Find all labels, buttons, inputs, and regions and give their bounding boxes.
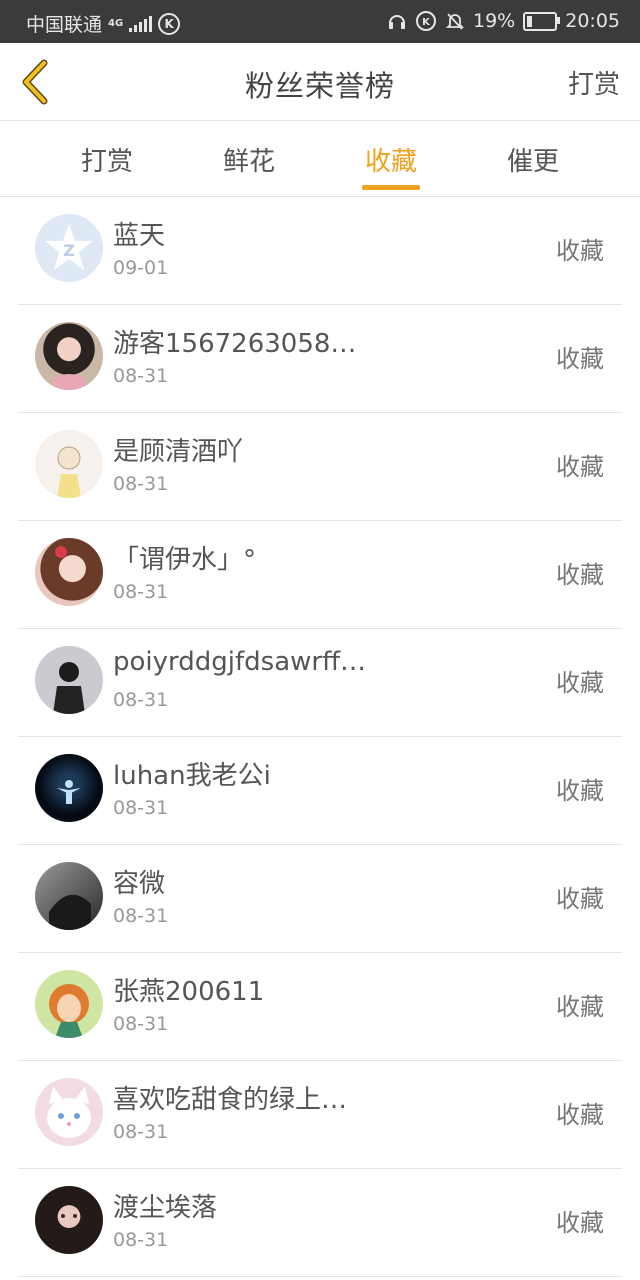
avatar[interactable]: Z [35, 214, 103, 282]
date-label: 08-31 [113, 797, 169, 819]
list-item[interactable]: luhan我老公i 08-31 收藏 [18, 737, 622, 845]
avatar[interactable] [35, 430, 103, 498]
k-app-icon: K [158, 12, 181, 35]
list-item[interactable]: 是顾清酒吖 08-31 收藏 [18, 413, 622, 521]
headphones-icon [389, 15, 405, 29]
avatar[interactable] [35, 322, 103, 390]
svg-text:K: K [422, 17, 431, 28]
user-name: 是顾清酒吖 [113, 437, 244, 467]
list-item[interactable]: 渡尘埃落 08-31 收藏 [18, 1169, 622, 1277]
date-label: 08-31 [113, 365, 169, 387]
reward-button[interactable]: 打赏 [568, 64, 620, 101]
status-bar: 中国联通 4G K K 19% 20:05 [0, 0, 640, 43]
active-tab-indicator [362, 185, 420, 190]
list-item[interactable]: 游客1567263058… 08-31 收藏 [18, 305, 622, 413]
portrait-photo-icon [61, 1214, 77, 1218]
grayscale-photo-icon [49, 894, 91, 930]
action-label: 收藏 [556, 1101, 604, 1129]
mute-bell-icon [445, 13, 465, 30]
person-silhouette-icon [53, 662, 85, 714]
white-cat-icon [47, 1086, 91, 1138]
network-type: 4G [108, 17, 124, 29]
date-label: 08-31 [113, 905, 169, 927]
avatar[interactable] [35, 1186, 103, 1254]
clock: 20:05 [565, 10, 620, 32]
action-label: 收藏 [556, 885, 604, 913]
tab-favorites[interactable]: 收藏 [336, 141, 446, 178]
action-label: 收藏 [556, 669, 604, 697]
action-label: 收藏 [556, 561, 604, 589]
svg-text:Z: Z [63, 241, 75, 260]
avatar[interactable] [35, 862, 103, 930]
top-navigation-bar: 粉丝荣誉榜 打赏 [0, 43, 640, 121]
person-photo-icon [51, 374, 87, 390]
user-name: luhan我老公i [113, 761, 271, 791]
tab-reward[interactable]: 打赏 [52, 141, 162, 178]
list-item[interactable]: 「谓伊水」° 08-31 收藏 [18, 521, 622, 629]
action-label: 收藏 [556, 453, 604, 481]
user-name: 张燕200611 [113, 977, 265, 1007]
avatar[interactable] [35, 646, 103, 714]
date-label: 08-31 [113, 581, 169, 603]
anime-girl-icon [55, 546, 67, 558]
battery-icon [523, 11, 561, 31]
tab-flowers[interactable]: 鲜花 [194, 141, 304, 178]
date-label: 08-31 [113, 1229, 169, 1251]
speed-icon: K [416, 11, 436, 31]
carrier-label: 中国联通 [26, 14, 103, 36]
status-right: K 19% 20:05 [387, 10, 620, 32]
action-label: 收藏 [556, 237, 604, 265]
date-label: 09-01 [113, 257, 169, 279]
user-name: poiyrddgjfdsawrff… [113, 647, 366, 677]
list-item[interactable]: Z 蓝天 09-01 收藏 [18, 197, 622, 305]
illustrated-girl-icon [57, 446, 81, 498]
avatar[interactable] [35, 970, 103, 1038]
page-title: 粉丝荣誉榜 [244, 69, 395, 103]
avatar[interactable] [35, 1078, 103, 1146]
tab-update-urge[interactable]: 催更 [478, 141, 588, 178]
list-item[interactable]: poiyrddgjfdsawrff… 08-31 收藏 [18, 629, 622, 737]
user-name: 蓝天 [113, 221, 166, 251]
action-label: 收藏 [556, 1209, 604, 1237]
list-item[interactable]: 张燕200611 08-31 收藏 [18, 953, 622, 1061]
action-label: 收藏 [556, 993, 604, 1021]
cartoon-girl-icon [49, 984, 89, 1038]
user-name: 喜欢吃甜食的绿上… [113, 1085, 348, 1115]
user-name: 容微 [113, 869, 166, 899]
tab-bar: 打赏 鲜花 收藏 催更 [0, 121, 640, 197]
list-item[interactable]: 喜欢吃甜食的绿上… 08-31 收藏 [18, 1061, 622, 1169]
user-name: 游客1567263058… [113, 329, 357, 359]
status-left: 中国联通 4G K [26, 10, 181, 37]
user-name: 渡尘埃落 [113, 1193, 218, 1223]
date-label: 08-31 [113, 473, 169, 495]
stage-figure-icon [57, 780, 81, 804]
action-label: 收藏 [556, 777, 604, 805]
battery-percent: 19% [473, 10, 516, 32]
qzone-avatar-icon: Z [45, 224, 93, 270]
date-label: 08-31 [113, 1121, 169, 1143]
signal-icon [129, 15, 153, 32]
action-label: 收藏 [556, 345, 604, 373]
user-name: 「谓伊水」° [113, 545, 257, 575]
date-label: 08-31 [113, 1013, 169, 1035]
list-item[interactable]: 容微 08-31 收藏 [18, 845, 622, 953]
avatar[interactable] [35, 538, 103, 606]
avatar[interactable] [35, 754, 103, 822]
fan-list: Z 蓝天 09-01 收藏 游客1567263058… 08-31 收藏 是顾清… [18, 197, 622, 1277]
date-label: 08-31 [113, 689, 169, 711]
battery-fill [527, 15, 533, 27]
